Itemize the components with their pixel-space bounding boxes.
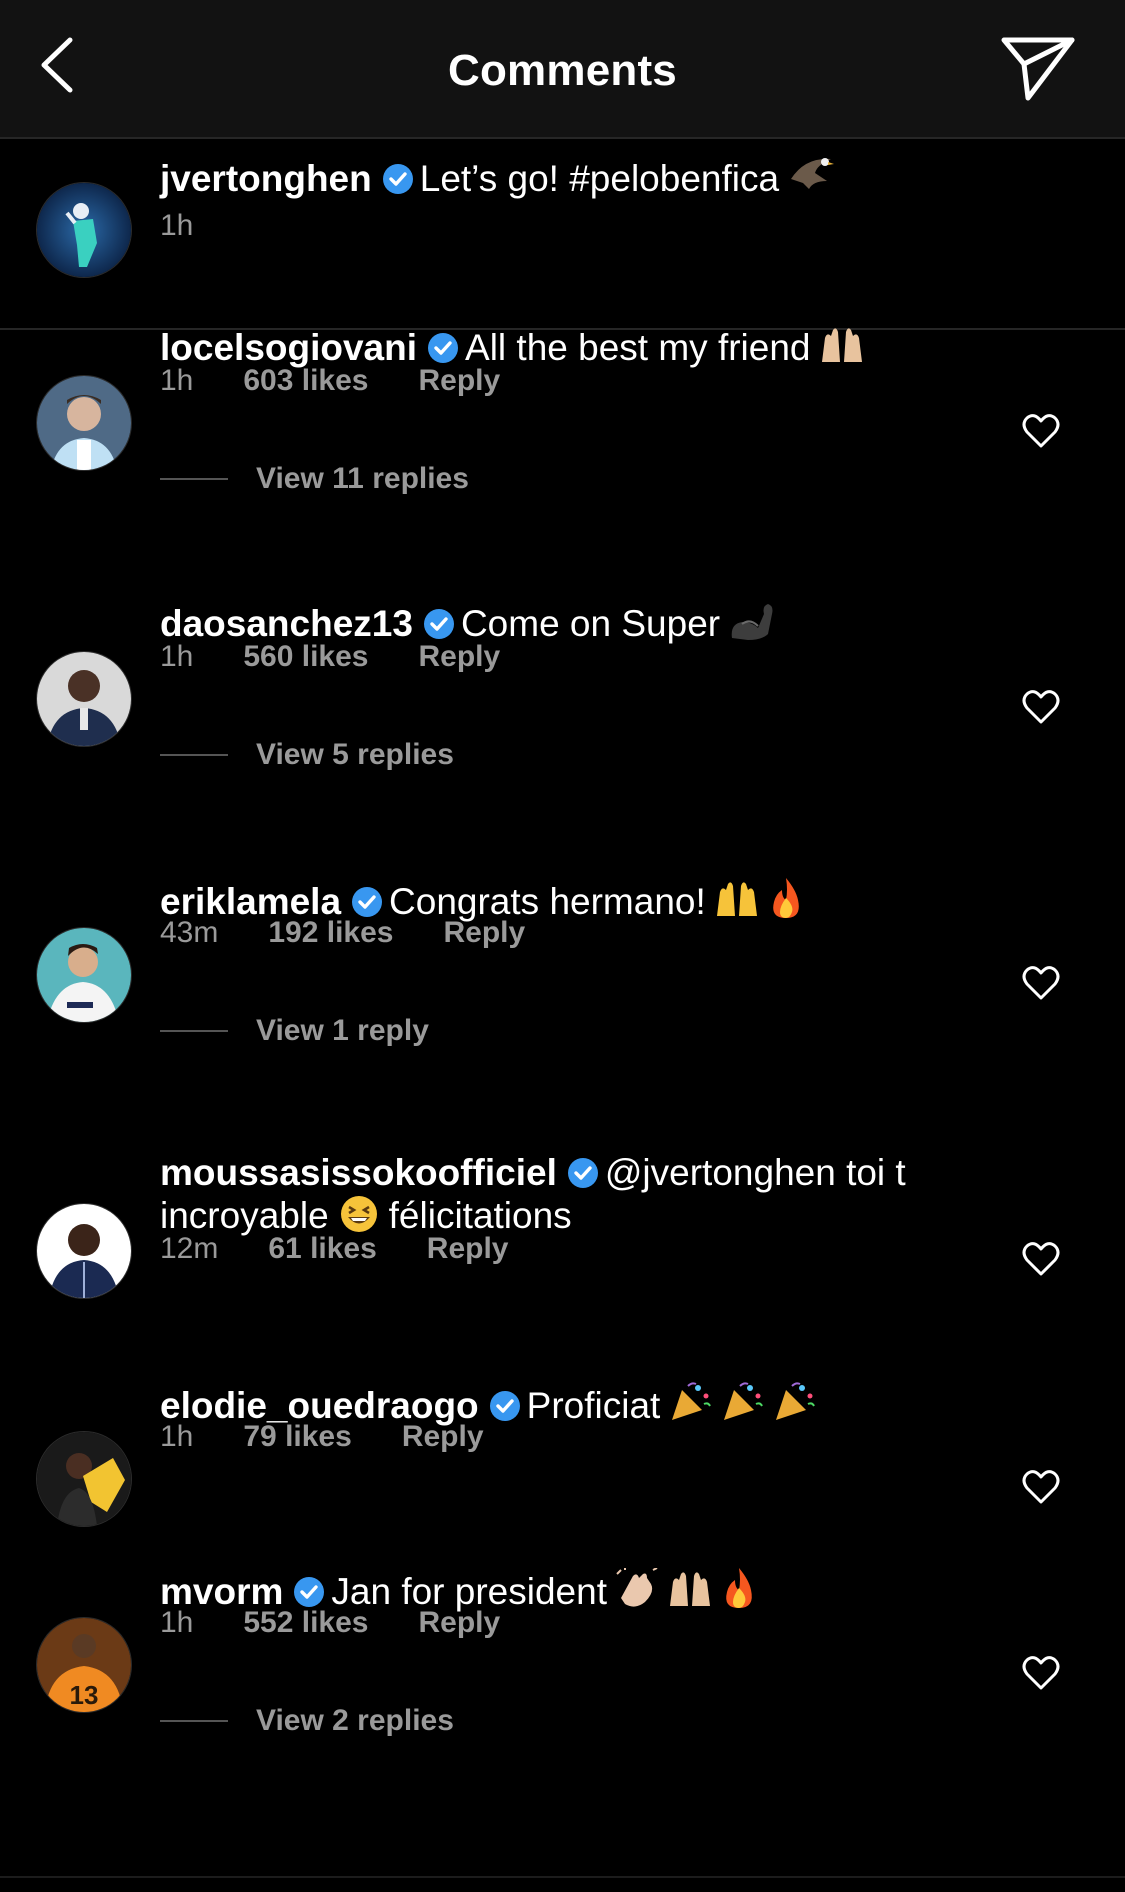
share-button[interactable] xyxy=(996,30,1080,106)
party-popper-emoji-icon xyxy=(668,1380,712,1433)
comment-meta: 1h 552 likes Reply xyxy=(160,1606,500,1640)
caption-time: 1h xyxy=(160,209,194,242)
comment-time: 1h xyxy=(160,364,194,397)
like-button[interactable] xyxy=(1021,688,1061,726)
caption-text: jvertonghen Let’s go! #pelobenfica xyxy=(160,153,975,206)
paper-plane-icon xyxy=(1001,37,1075,101)
likes-count[interactable]: 552 likes xyxy=(243,1606,368,1640)
avatar[interactable] xyxy=(37,652,131,746)
avatar[interactable] xyxy=(37,183,131,277)
comment-username[interactable]: moussasissokoofficiel xyxy=(160,1152,557,1193)
comment-time: 1h xyxy=(160,640,194,673)
heart-icon xyxy=(1022,1470,1060,1504)
clapping-hands-emoji-icon xyxy=(615,1566,659,1619)
heart-icon xyxy=(1022,690,1060,724)
view-replies-label: View 2 replies xyxy=(256,1704,454,1737)
fire-emoji-icon xyxy=(768,876,804,929)
comment-body-line2-end: félicitations xyxy=(388,1195,572,1236)
view-replies-label: View 11 replies xyxy=(256,462,469,495)
likes-count[interactable]: 61 likes xyxy=(268,1232,376,1266)
verified-badge-icon xyxy=(489,1389,521,1421)
like-button[interactable] xyxy=(1021,412,1061,450)
verified-badge-icon xyxy=(423,607,455,639)
caption-body: Let’s go! #pelobenfica xyxy=(419,158,780,199)
comment-body: All the best my friend xyxy=(465,327,811,368)
view-replies-label: View 5 replies xyxy=(256,738,454,771)
likes-count[interactable]: 560 likes xyxy=(243,640,368,674)
comment-text: moussasissokoofficiel @jvertonghen toi t i… xyxy=(160,1152,975,1243)
view-replies-link[interactable]: View 2 replies xyxy=(160,1704,454,1738)
avatar[interactable] xyxy=(37,1204,131,1298)
post-caption: jvertonghen Let’s go! #pelobenfica 1h xyxy=(0,139,1125,330)
reply-button[interactable]: Reply xyxy=(419,364,501,398)
view-replies-link[interactable]: View 5 replies xyxy=(160,738,454,772)
reply-button[interactable]: Reply xyxy=(419,640,501,674)
reply-divider-line xyxy=(160,754,228,756)
raised-hands-emoji-icon xyxy=(714,878,760,929)
raised-hands-emoji-icon xyxy=(819,324,865,375)
comment-meta: 43m 192 likes Reply xyxy=(160,916,525,950)
comment-time: 12m xyxy=(160,1232,219,1265)
likes-count[interactable]: 79 likes xyxy=(243,1420,351,1454)
comment-username[interactable]: daosanchez13 xyxy=(160,603,413,644)
comment-time: 43m xyxy=(160,916,219,949)
avatar-jersey-number: 13 xyxy=(70,1680,99,1710)
verified-badge-icon xyxy=(382,162,414,194)
heart-icon xyxy=(1022,1242,1060,1276)
avatar[interactable] xyxy=(37,376,131,470)
verified-badge-icon xyxy=(427,331,459,363)
comment-username[interactable]: locelsogiovani xyxy=(160,327,417,368)
eagle-emoji-icon xyxy=(787,153,835,206)
page-title: Comments xyxy=(448,46,677,95)
party-popper-emoji-icon xyxy=(772,1380,816,1433)
comment-body: Come on Super xyxy=(460,603,721,644)
comment-body: Proficiat xyxy=(526,1385,661,1426)
avatar[interactable] xyxy=(37,1432,131,1526)
reply-button[interactable]: Reply xyxy=(443,916,525,950)
comment-time: 1h xyxy=(160,1420,194,1453)
verified-badge-icon xyxy=(351,885,383,917)
header-bar: Comments xyxy=(0,0,1125,139)
view-replies-link[interactable]: View 11 replies xyxy=(160,462,469,496)
verified-badge-icon xyxy=(293,1575,325,1607)
comment-meta: 12m 61 likes Reply xyxy=(160,1232,509,1266)
comment-meta: 1h 560 likes Reply xyxy=(160,640,500,674)
likes-count[interactable]: 192 likes xyxy=(268,916,393,950)
reply-button[interactable]: Reply xyxy=(419,1606,501,1640)
avatar[interactable] xyxy=(37,928,131,1022)
comment-body-line2: incroyable xyxy=(160,1195,329,1236)
bottom-divider xyxy=(0,1876,1125,1878)
comment-meta: 1h 79 likes Reply xyxy=(160,1420,484,1454)
likes-count[interactable]: 603 likes xyxy=(243,364,368,398)
view-replies-link[interactable]: View 1 reply xyxy=(160,1014,429,1048)
heart-icon xyxy=(1022,966,1060,1000)
party-popper-emoji-icon xyxy=(720,1380,764,1433)
comment-body: @jvertonghen toi t xyxy=(604,1152,906,1193)
flexed-biceps-emoji-icon xyxy=(728,600,774,651)
reply-divider-line xyxy=(160,1030,228,1032)
heart-icon xyxy=(1022,1656,1060,1690)
like-button[interactable] xyxy=(1021,1654,1061,1692)
like-button[interactable] xyxy=(1021,1468,1061,1506)
comment-time: 1h xyxy=(160,1606,194,1639)
avatar[interactable]: 13 xyxy=(37,1618,131,1712)
fire-emoji-icon xyxy=(721,1566,757,1619)
reply-divider-line xyxy=(160,478,228,480)
heart-icon xyxy=(1022,414,1060,448)
reply-divider-line xyxy=(160,1720,228,1722)
caption-meta: 1h xyxy=(160,209,193,243)
verified-badge-icon xyxy=(567,1156,599,1188)
reply-button[interactable]: Reply xyxy=(427,1232,509,1266)
reply-button[interactable]: Reply xyxy=(402,1420,484,1454)
view-replies-label: View 1 reply xyxy=(256,1014,429,1047)
caption-username[interactable]: jvertonghen xyxy=(160,158,372,199)
raised-hands-emoji-icon xyxy=(667,1568,713,1619)
comment-meta: 1h 603 likes Reply xyxy=(160,364,500,398)
like-button[interactable] xyxy=(1021,1240,1061,1278)
like-button[interactable] xyxy=(1021,964,1061,1002)
